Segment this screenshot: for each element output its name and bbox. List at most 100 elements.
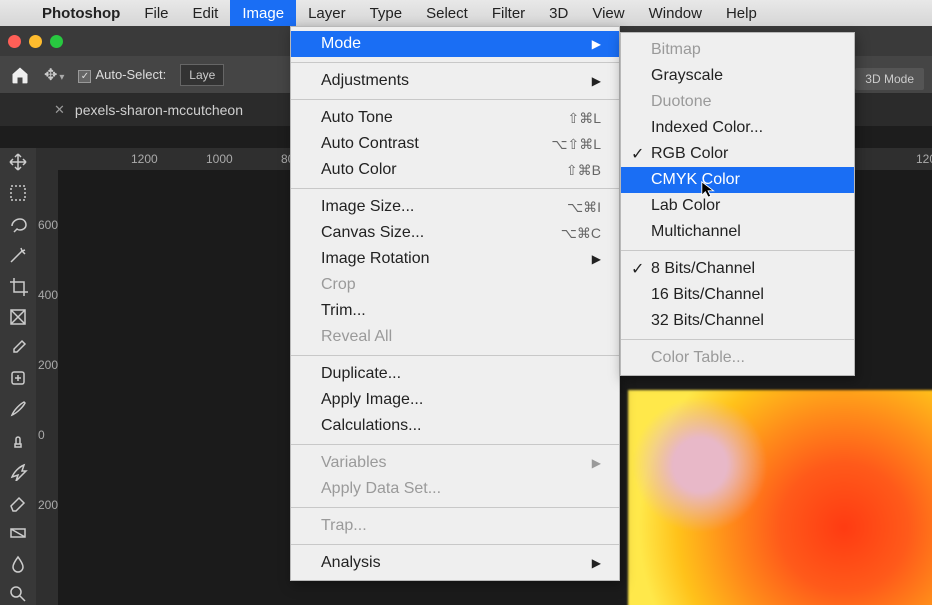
auto-select-label: Auto-Select: — [95, 67, 166, 82]
history-tool[interactable] — [5, 461, 31, 482]
mode-menu-cmyk-color[interactable]: CMYK Color — [621, 167, 854, 193]
menu-separator — [291, 444, 619, 445]
menu-window[interactable]: Window — [637, 0, 714, 26]
menu-item-label: Variables — [321, 454, 387, 472]
checkmark-icon: ✓ — [631, 144, 644, 164]
eraser-tool[interactable] — [5, 491, 31, 512]
menu-view[interactable]: View — [580, 0, 636, 26]
mode-menu-16-bits-channel[interactable]: 16 Bits/Channel — [621, 282, 854, 308]
menu-separator — [291, 188, 619, 189]
mode-menu-grayscale[interactable]: Grayscale — [621, 63, 854, 89]
eyedropper-tool[interactable] — [5, 337, 31, 358]
move-tool-indicator[interactable]: ✥▾ — [44, 65, 64, 85]
mode-menu-lab-color[interactable]: Lab Color — [621, 193, 854, 219]
menu-item-label: Auto Contrast — [321, 135, 419, 153]
submenu-arrow-icon: ▶ — [556, 37, 601, 51]
menu-edit[interactable]: Edit — [181, 0, 231, 26]
menu-item-label: CMYK Color — [651, 171, 740, 189]
image-menu-auto-contrast[interactable]: Auto Contrast⌥⇧⌘L — [291, 131, 619, 157]
mac-menubar: Photoshop FileEditImageLayerTypeSelectFi… — [0, 0, 932, 26]
image-menu-image-size[interactable]: Image Size...⌥⌘I — [291, 194, 619, 220]
marquee-tool[interactable] — [5, 183, 31, 204]
frame-tool[interactable] — [5, 306, 31, 327]
move-icon: ✥ — [44, 67, 57, 84]
ruler-tick: 1200 — [916, 152, 932, 166]
blur-tool[interactable] — [5, 553, 31, 574]
menu-type[interactable]: Type — [358, 0, 415, 26]
image-menu-duplicate[interactable]: Duplicate... — [291, 361, 619, 387]
image-menu-mode[interactable]: Mode ▶ — [291, 31, 619, 57]
brush-tool[interactable] — [5, 399, 31, 420]
mode-submenu-dropdown: BitmapGrayscaleDuotoneIndexed Color...✓R… — [620, 32, 855, 376]
menu-item-label: Canvas Size... — [321, 224, 424, 242]
gradient-tool[interactable] — [5, 522, 31, 543]
checkmark-icon: ✓ — [631, 259, 644, 279]
image-menu-apply-image[interactable]: Apply Image... — [291, 387, 619, 413]
menu-item-label: Reveal All — [321, 328, 392, 346]
shortcut-label: ⇧⌘B — [530, 162, 601, 179]
menu-file[interactable]: File — [132, 0, 180, 26]
image-menu-canvas-size[interactable]: Canvas Size...⌥⌘C — [291, 220, 619, 246]
menu-item-label: Color Table... — [651, 349, 745, 367]
ruler-tick: 0 — [38, 428, 45, 442]
auto-select-option[interactable]: ✓ Auto-Select: — [78, 67, 166, 83]
close-window-button[interactable] — [8, 35, 21, 48]
image-menu-auto-color[interactable]: Auto Color ⇧⌘B — [291, 157, 619, 183]
mode-menu-color-table: Color Table... — [621, 345, 854, 371]
submenu-arrow-icon: ▶ — [556, 556, 601, 570]
image-menu-image-rotation[interactable]: Image Rotation ▶ — [291, 246, 619, 272]
image-menu-analysis[interactable]: Analysis ▶ — [291, 550, 619, 576]
menu-item-label: Auto Color — [321, 161, 397, 179]
menu-item-label: Calculations... — [321, 417, 422, 435]
menu-image[interactable]: Image — [230, 0, 296, 26]
menu-item-label: Image Rotation — [321, 250, 430, 268]
menu-help[interactable]: Help — [714, 0, 769, 26]
checkbox-checked-icon[interactable]: ✓ — [78, 70, 91, 83]
menu-item-label: Indexed Color... — [651, 119, 763, 137]
layer-group-dropdown[interactable]: Laye — [180, 64, 224, 86]
menu-3d[interactable]: 3D — [537, 0, 580, 26]
image-menu-trim[interactable]: Trim... — [291, 298, 619, 324]
submenu-arrow-icon: ▶ — [556, 456, 601, 470]
document-tab[interactable]: pexels-sharon-mccutcheon — [75, 102, 243, 118]
mode-menu-8-bits-channel[interactable]: ✓ 8 Bits/Channel — [621, 256, 854, 282]
mode-menu-multichannel[interactable]: Multichannel — [621, 219, 854, 245]
image-menu-calculations[interactable]: Calculations... — [291, 413, 619, 439]
menu-item-label: Bitmap — [651, 41, 701, 59]
home-icon[interactable] — [10, 65, 30, 85]
menu-item-label: Mode — [321, 35, 361, 53]
lasso-tool[interactable] — [5, 214, 31, 235]
image-menu-apply-data-set: Apply Data Set... — [291, 476, 619, 502]
wand-tool[interactable] — [5, 245, 31, 266]
shortcut-label: ⇧⌘L — [531, 110, 601, 127]
menu-item-label: Apply Image... — [321, 391, 423, 409]
mode-menu-indexed-color[interactable]: Indexed Color... — [621, 115, 854, 141]
stamp-tool[interactable] — [5, 430, 31, 451]
zoom-window-button[interactable] — [50, 35, 63, 48]
mode-menu-32-bits-channel[interactable]: 32 Bits/Channel — [621, 308, 854, 334]
mode-menu-rgb-color[interactable]: ✓RGB Color — [621, 141, 854, 167]
image-menu-auto-tone[interactable]: Auto Tone⇧⌘L — [291, 105, 619, 131]
image-menu-adjustments[interactable]: Adjustments▶ — [291, 68, 619, 94]
menu-separator — [291, 99, 619, 100]
menu-item-label: 8 Bits/Channel — [651, 260, 755, 278]
menu-filter[interactable]: Filter — [480, 0, 537, 26]
close-tab-icon[interactable]: ✕ — [54, 102, 65, 118]
menu-item-label: Analysis — [321, 554, 381, 572]
heal-tool[interactable] — [5, 368, 31, 389]
menu-select[interactable]: Select — [414, 0, 480, 26]
menu-item-label: Trim... — [321, 302, 366, 320]
menu-item-label: Adjustments — [321, 72, 409, 90]
crop-tool[interactable] — [5, 275, 31, 296]
minimize-window-button[interactable] — [29, 35, 42, 48]
submenu-arrow-icon: ▶ — [556, 252, 601, 266]
canvas-image — [628, 390, 932, 605]
image-menu-dropdown: Mode▶Adjustments▶Auto Tone⇧⌘LAuto Contra… — [290, 26, 620, 581]
dodge-tool[interactable] — [5, 584, 31, 605]
menu-item-label: Trap... — [321, 517, 367, 535]
app-name[interactable]: Photoshop — [30, 5, 132, 22]
menu-layer[interactable]: Layer — [296, 0, 358, 26]
move-tool[interactable] — [5, 152, 31, 173]
3d-mode-button[interactable]: 3D Mode — [855, 68, 924, 90]
menu-item-label: Lab Color — [651, 197, 720, 215]
